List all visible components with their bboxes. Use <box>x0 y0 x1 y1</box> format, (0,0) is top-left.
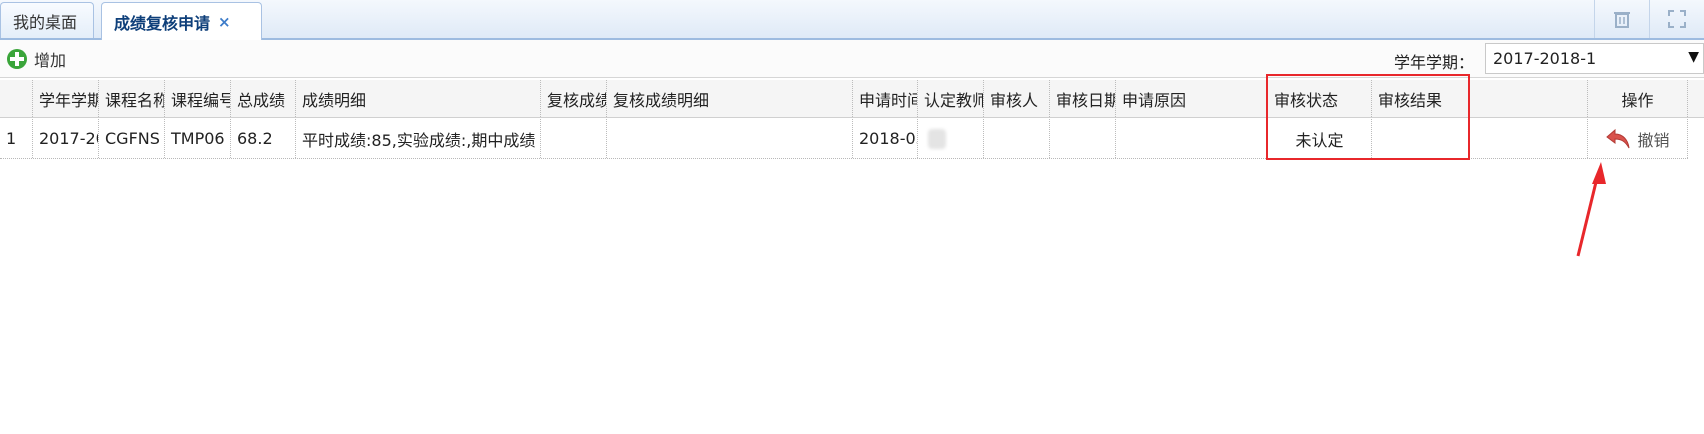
grid-header: 学年学期 课程名称 课程编号 总成绩 成绩明细 复核成绩 复核成绩明细 申请时间… <box>0 80 1704 118</box>
cell-review-score <box>541 119 607 158</box>
cell-reviewer <box>984 119 1050 158</box>
column-header[interactable]: 课程编号 <box>165 80 231 117</box>
undo-arrow-icon <box>1606 128 1630 148</box>
fullscreen-icon[interactable] <box>1649 0 1704 38</box>
column-header[interactable]: 审核日期 <box>1050 80 1116 117</box>
column-header[interactable]: 审核人 <box>984 80 1050 117</box>
column-header[interactable]: 复核成绩明细 <box>607 80 853 117</box>
cell-total-score: 68.2 <box>231 119 296 158</box>
column-header[interactable]: 申请时间 <box>853 80 918 117</box>
term-select[interactable]: 2017-2018-1 ▼ <box>1485 43 1704 74</box>
column-header[interactable]: 审核状态 <box>1268 80 1372 117</box>
cell-reason <box>1116 119 1268 158</box>
chevron-down-icon: ▼ <box>1688 49 1699 65</box>
cell-term: 2017-2018-1 <box>33 119 99 158</box>
cell-course-name: CGFNS <box>99 119 165 158</box>
close-icon[interactable]: × <box>218 13 231 31</box>
tab-label: 成绩复核申请 <box>114 13 211 33</box>
term-value: 2017-2018-1 <box>1493 49 1597 68</box>
add-button-label: 增加 <box>34 51 67 70</box>
cell-review-status: 未认定 <box>1268 119 1372 158</box>
cell-review-detail <box>607 119 853 158</box>
add-button[interactable]: 增加 <box>6 47 66 71</box>
column-header[interactable]: 操作 <box>1588 80 1688 117</box>
revoke-button[interactable]: 撤销 <box>1605 127 1670 151</box>
toolbar: 增加 学年学期： 2017-2018-1 ▼ <box>0 40 1704 78</box>
trash-icon[interactable] <box>1594 0 1649 38</box>
row-number-header <box>0 80 33 117</box>
cell-review-result <box>1372 119 1588 158</box>
column-header[interactable]: 审核结果 <box>1372 80 1588 117</box>
tab-my-desktop[interactable]: 我的桌面 <box>0 2 94 38</box>
revoke-label: 撤销 <box>1637 130 1670 150</box>
table-row[interactable]: 1 2017-2018-1 CGFNS TMP06 68.2 平时成绩:85,实… <box>0 119 1688 159</box>
plus-icon <box>7 49 27 69</box>
column-header[interactable]: 课程名称 <box>99 80 165 117</box>
column-header[interactable]: 总成绩 <box>231 80 296 117</box>
tab-score-review[interactable]: 成绩复核申请 × <box>101 2 262 40</box>
tab-tools <box>1594 0 1704 38</box>
cell-actions: 撤销 <box>1588 119 1688 158</box>
term-label: 学年学期： <box>1394 53 1475 72</box>
column-header[interactable]: 认定教师 <box>918 80 984 117</box>
column-header[interactable]: 成绩明细 <box>296 80 541 117</box>
cell-score-detail: 平时成绩:85,实验成绩:,期中成绩 <box>296 119 541 158</box>
annotation-arrow-icon <box>1576 162 1606 257</box>
redacted-mark <box>928 128 946 149</box>
tab-label: 我的桌面 <box>13 12 78 32</box>
column-header[interactable]: 申请原因 <box>1116 80 1268 117</box>
cell-apply-time: 2018-03 <box>853 119 918 158</box>
column-header[interactable]: 复核成绩 <box>541 80 607 117</box>
row-number: 1 <box>0 119 33 158</box>
tab-bar: 我的桌面 成绩复核申请 × <box>0 0 1704 40</box>
cell-teacher <box>918 119 984 158</box>
cell-review-date <box>1050 119 1116 158</box>
column-header[interactable]: 学年学期 <box>33 80 99 117</box>
cell-course-code: TMP06 <box>165 119 231 158</box>
